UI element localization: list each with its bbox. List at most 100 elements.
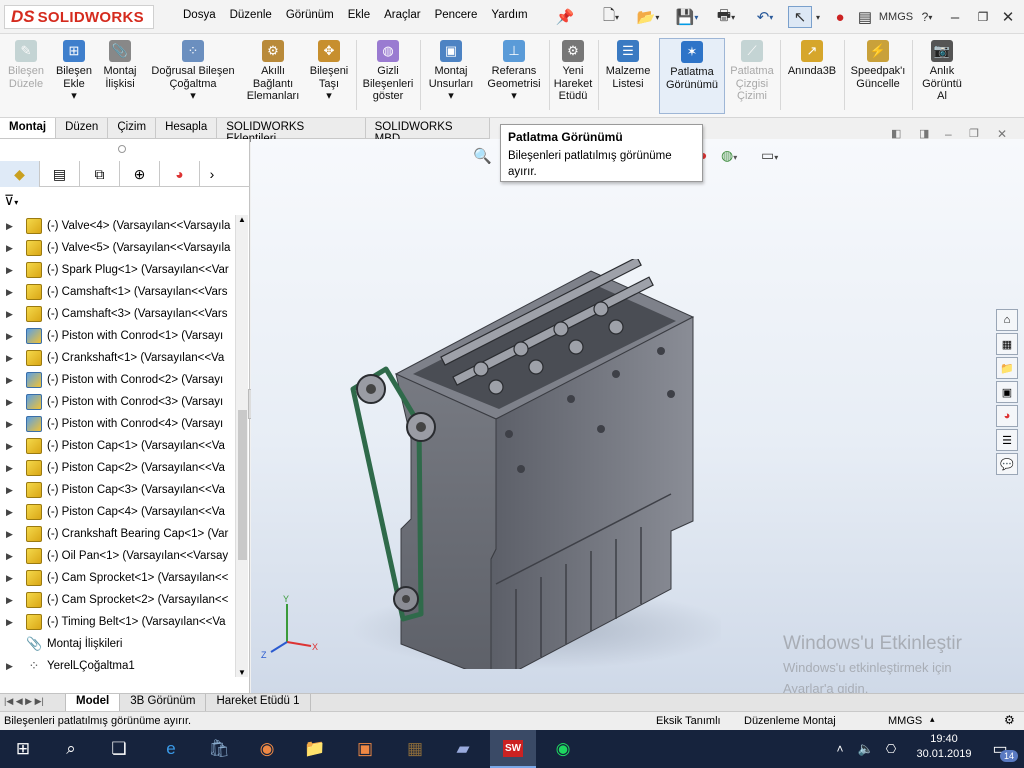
insert-component-button[interactable]: ⊞ Bileşen Ekle ▾	[52, 38, 96, 114]
tree-item[interactable]: ▶ (-) Piston Cap<1> (Varsayılan<<Va	[0, 435, 234, 457]
exploded-view-button[interactable]: ✶ Patlatma Görünümü	[659, 38, 725, 114]
menu-window[interactable]: Pencere	[428, 9, 485, 21]
display-manager-tab-icon[interactable]: ◕	[160, 161, 200, 187]
tree-item[interactable]: ▶ (-) Piston with Conrod<1> (Varsayı	[0, 325, 234, 347]
reference-geometry-button[interactable]: ⊥ Referans Geometrisi ▾	[482, 38, 546, 114]
instant3d-button[interactable]: ↗ Anında3B	[784, 38, 840, 114]
tab-model[interactable]: Model	[66, 694, 121, 711]
apply-scene-icon[interactable]: ◍▾	[721, 147, 737, 164]
engine-block-model[interactable]	[341, 259, 721, 669]
doc-tile-right-icon[interactable]: ◨	[919, 127, 929, 140]
solidworks-resources-icon[interactable]: ⌂	[996, 309, 1018, 331]
expand-arrow-icon[interactable]: ▶	[6, 353, 18, 364]
tree-item[interactable]: ▶ (-) Camshaft<1> (Varsayılan<<Vars	[0, 281, 234, 303]
scroll-thumb[interactable]	[238, 410, 247, 560]
tree-item[interactable]: ▶ (-) Valve<4> (Varsayılan<<Varsayıla	[0, 215, 234, 237]
show-hidden-components-button[interactable]: ◍ Gizli Bileşenleri göster	[360, 38, 416, 114]
minimize-window-button[interactable]: –	[946, 6, 964, 28]
tree-item[interactable]: ▶ (-) Cam Sprocket<2> (Varsayılan<<	[0, 589, 234, 611]
tree-item[interactable]: ▶ (-) Spark Plug<1> (Varsayılan<<Var	[0, 259, 234, 281]
action-center-icon[interactable]: ▭ 14	[980, 730, 1020, 768]
store-icon[interactable]: 🛍	[196, 730, 242, 768]
tree-item[interactable]: ▶ (-) Piston with Conrod<3> (Varsayı	[0, 391, 234, 413]
expand-arrow-icon[interactable]: ▶	[6, 507, 18, 518]
expand-arrow-icon[interactable]: ▶	[6, 595, 18, 606]
expand-arrow-icon[interactable]: ▶	[6, 573, 18, 584]
restore-window-button[interactable]: ❐	[972, 6, 994, 28]
tree-item[interactable]: ▶ (-) Camshaft<3> (Varsayılan<<Vars	[0, 303, 234, 325]
appearances-icon[interactable]: ◕	[996, 405, 1018, 427]
tree-item[interactable]: ▶ (-) Piston Cap<3> (Varsayılan<<Va	[0, 479, 234, 501]
task-view-icon[interactable]: ❏	[96, 730, 142, 768]
file-explorer-taskbar-icon[interactable]: 📁	[292, 730, 338, 768]
select-arrow-button[interactable]: ↖	[788, 6, 812, 28]
tab-assembly[interactable]: Montaj	[0, 118, 57, 138]
menu-edit[interactable]: Düzenle	[223, 9, 279, 21]
open-document-button[interactable]: 📂 ▾	[631, 6, 665, 28]
expand-arrow-icon[interactable]: ▶	[6, 529, 18, 540]
expand-arrow-icon[interactable]: ▶	[6, 287, 18, 298]
expand-arrow-icon[interactable]: ▶	[6, 221, 18, 232]
tree-item[interactable]: ▶ (-) Crankshaft<1> (Varsayılan<<Va	[0, 347, 234, 369]
expand-arrow-icon[interactable]: ▶	[6, 485, 18, 496]
tab-sketch[interactable]: Çizim	[108, 118, 157, 138]
notes-icon[interactable]: ▰	[440, 730, 486, 768]
view-palette-icon[interactable]: ▣	[996, 381, 1018, 403]
expand-arrow-icon[interactable]: ▶	[6, 463, 18, 474]
solidworks-taskbar-icon[interactable]: SW	[490, 730, 536, 768]
tab-evaluate[interactable]: Hesapla	[156, 118, 218, 138]
solidworks-logo[interactable]: DS SOLIDWORKS	[4, 5, 154, 29]
design-library-icon[interactable]: ▦	[996, 333, 1018, 355]
menu-insert[interactable]: Ekle	[341, 9, 377, 21]
tree-item[interactable]: ▶ (-) Piston with Conrod<4> (Varsayı	[0, 413, 234, 435]
pin-icon[interactable]: 📌	[556, 6, 575, 28]
spotify-icon[interactable]: ◉	[540, 730, 586, 768]
doc-close-icon[interactable]: ✕	[997, 127, 1007, 141]
close-window-button[interactable]: ✕	[998, 6, 1018, 28]
save-button[interactable]: 💾 ▾	[670, 6, 704, 28]
doc-tile-left-icon[interactable]: ◧	[891, 127, 901, 140]
tree-item[interactable]: ▶ (-) Oil Pan<1> (Varsayılan<<Varsay	[0, 545, 234, 567]
move-component-button[interactable]: ✥ Bileşeni Taşı ▾	[306, 38, 352, 114]
show-hidden-icons-icon[interactable]: ˄	[830, 730, 850, 768]
new-motion-study-button[interactable]: ⚙ Yeni Hareket Etüdü	[552, 38, 594, 114]
options-icon[interactable]: ▤	[856, 6, 874, 28]
tab-scroll-arrows-icon[interactable]: |◀ ◀ ▶ ▶|	[0, 694, 66, 711]
assembly-features-button[interactable]: ▣ Montaj Unsurları ▾	[424, 38, 478, 114]
chrome-icon[interactable]: ◉	[244, 730, 290, 768]
doc-minimize-icon[interactable]: –	[945, 127, 952, 141]
tree-item[interactable]: ▶ (-) Timing Belt<1> (Varsayılan<<Va	[0, 611, 234, 633]
expand-arrow-icon[interactable]: ▶	[6, 375, 18, 386]
tree-item[interactable]: ▶ (-) Cam Sprocket<1> (Varsayılan<<	[0, 567, 234, 589]
expand-arrow-icon[interactable]: ▶	[6, 265, 18, 276]
feature-tree-scrollbar[interactable]: ▲ ▼	[235, 215, 248, 677]
network-icon[interactable]: ⎔	[880, 730, 902, 768]
custom-properties-icon[interactable]: ☰	[996, 429, 1018, 451]
tree-item[interactable]: ▶ (-) Crankshaft Bearing Cap<1> (Var	[0, 523, 234, 545]
print-button[interactable]: 🖶 ▾	[709, 6, 743, 28]
linear-pattern-button[interactable]: ⁘ Doğrusal Bileşen Çoğaltma ▾	[146, 38, 240, 114]
dimxpert-tab-icon[interactable]: ⊕	[120, 161, 160, 187]
expand-arrow-icon[interactable]: ▶	[6, 551, 18, 562]
scroll-up-icon[interactable]: ▲	[238, 215, 246, 224]
expand-arrow-icon[interactable]: ▶	[6, 419, 18, 430]
new-document-button[interactable]: 🗋 ▾	[594, 6, 628, 28]
zoom-to-fit-icon[interactable]: 🔍	[473, 147, 492, 165]
scroll-down-icon[interactable]: ▼	[238, 668, 246, 677]
property-manager-tab-icon[interactable]: ▤	[40, 161, 80, 187]
status-customize-icon[interactable]: ⚙	[1004, 713, 1015, 727]
taskbar-clock[interactable]: 19:40 30.01.2019	[916, 733, 972, 760]
units-label[interactable]: MMGS	[879, 6, 913, 28]
menu-tools[interactable]: Araçlar	[377, 9, 427, 21]
units-dropdown-icon[interactable]: ▴	[930, 714, 935, 725]
search-icon[interactable]: ⌕	[48, 730, 94, 768]
volume-icon[interactable]: 🔈	[856, 730, 876, 768]
intellij-icon[interactable]: ▣	[342, 730, 388, 768]
smart-fasteners-button[interactable]: ⚙ Akıllı Bağlantı Elemanları	[244, 38, 302, 114]
tree-item[interactable]: ▶ (-) Valve<5> (Varsayılan<<Varsayıla	[0, 237, 234, 259]
take-snapshot-button[interactable]: 📷 Anlık Görüntü Al	[916, 38, 968, 114]
file-explorer-icon[interactable]: 📁	[996, 357, 1018, 379]
edge-browser-icon[interactable]: e	[148, 730, 194, 768]
minecraft-icon[interactable]: ▦	[392, 730, 438, 768]
menu-file[interactable]: Dosya	[176, 9, 223, 21]
